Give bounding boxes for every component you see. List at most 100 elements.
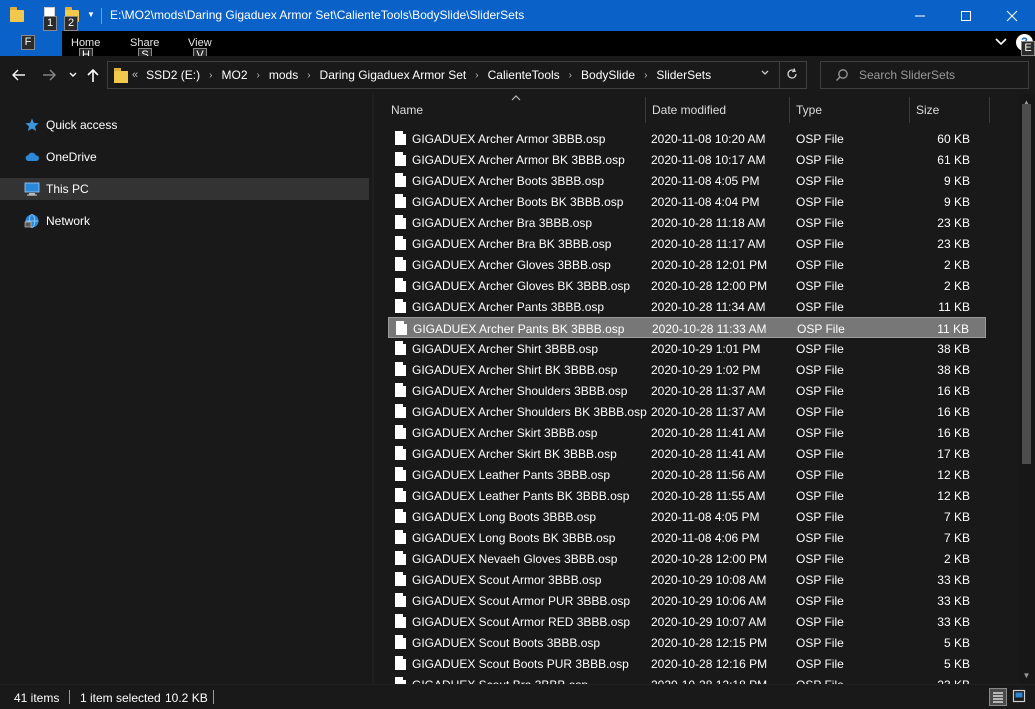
- folder-icon[interactable]: [10, 7, 24, 22]
- breadcrumb-daring-gigaduex[interactable]: Daring Gigaduex Armor Set: [320, 68, 467, 82]
- file-name: GIGADUEX Archer Boots 3BBB.osp: [412, 174, 605, 188]
- file-type: OSP File: [796, 153, 844, 167]
- expand-ribbon-icon[interactable]: [994, 36, 1008, 48]
- column-divider[interactable]: [989, 97, 990, 123]
- column-divider[interactable]: [909, 97, 910, 123]
- file-type: OSP File: [796, 447, 844, 461]
- chevron-right-icon[interactable]: ›: [569, 70, 572, 81]
- table-row[interactable]: GIGADUEX Nevaeh Gloves 3BBB.osp 2020-10-2…: [388, 548, 986, 569]
- large-icons-view-button[interactable]: [1011, 688, 1029, 706]
- breadcrumb-slidersets[interactable]: SliderSets: [656, 68, 711, 82]
- qat-keytip-1: 1: [43, 16, 57, 31]
- breadcrumb-overflow[interactable]: «: [132, 69, 138, 81]
- file-size: 61 KB: [937, 153, 970, 167]
- chevron-right-icon[interactable]: ›: [307, 70, 310, 81]
- table-row[interactable]: GIGADUEX Archer Shoulders BK 3BBB.osp 202…: [388, 401, 986, 422]
- table-row[interactable]: GIGADUEX Archer Pants 3BBB.osp 2020-10-28…: [388, 296, 986, 317]
- file-date-modified: 2020-10-28 11:18 AM: [651, 216, 766, 230]
- breadcrumb-bodyslide[interactable]: BodySlide: [581, 68, 635, 82]
- breadcrumb-calientetools[interactable]: CalienteTools: [488, 68, 560, 82]
- file-date-modified: 2020-10-28 11:33 AM: [652, 322, 767, 336]
- chevron-right-icon[interactable]: ›: [257, 70, 260, 81]
- file-icon: [395, 214, 407, 229]
- cloud-icon: [25, 152, 39, 161]
- file-date-modified: 2020-11-08 4:04 PM: [651, 195, 760, 209]
- table-row[interactable]: GIGADUEX Archer Gloves 3BBB.osp 2020-10-2…: [388, 254, 986, 275]
- table-row[interactable]: GIGADUEX Archer Gloves BK 3BBB.osp 2020-1…: [388, 275, 986, 296]
- address-history-button[interactable]: [758, 68, 772, 82]
- up-button[interactable]: [84, 65, 102, 85]
- table-row[interactable]: GIGADUEX Archer Pants BK 3BBB.osp 2020-10…: [388, 317, 986, 338]
- nav-item-network[interactable]: Network: [0, 210, 369, 232]
- nav-item-this-pc[interactable]: This PC: [0, 178, 369, 200]
- minimize-button[interactable]: [897, 0, 943, 31]
- column-type[interactable]: Type: [796, 103, 822, 117]
- table-row[interactable]: GIGADUEX Scout Armor PUR 3BBB.osp 2020-10…: [388, 590, 986, 611]
- table-row[interactable]: GIGADUEX Archer Boots 3BBB.osp 2020-11-08…: [388, 170, 986, 191]
- nav-item-label: OneDrive: [46, 150, 97, 164]
- table-row[interactable]: GIGADUEX Leather Pants BK 3BBB.osp 2020-1…: [388, 485, 986, 506]
- breadcrumb-mo2[interactable]: MO2: [221, 68, 247, 82]
- column-divider[interactable]: [789, 97, 790, 123]
- file-name: GIGADUEX Archer Gloves 3BBB.osp: [412, 258, 611, 272]
- scroll-down-button[interactable]: ▼: [1018, 667, 1035, 684]
- search-box[interactable]: [820, 61, 1029, 89]
- table-row[interactable]: GIGADUEX Scout Bra 3BBB.osp2020-10-28 12…: [388, 674, 986, 684]
- vertical-scrollbar[interactable]: ▲ ▼: [1018, 94, 1035, 684]
- table-row[interactable]: GIGADUEX Archer Armor BK 3BBB.osp 2020-11…: [388, 149, 986, 170]
- column-divider[interactable]: [645, 97, 646, 123]
- column-date-modified[interactable]: Date modified: [652, 103, 726, 117]
- file-tab[interactable]: F: [0, 31, 62, 56]
- table-row[interactable]: GIGADUEX Archer Shoulders 3BBB.osp 2020-1…: [388, 380, 986, 401]
- address-bar[interactable]: « SSD2 (E:) › MO2 › mods › Daring Gigadu…: [107, 61, 807, 89]
- table-row[interactable]: GIGADUEX Scout Boots 3BBB.osp 2020-10-28 …: [388, 632, 986, 653]
- file-type: OSP File: [796, 258, 844, 272]
- table-row[interactable]: GIGADUEX Scout Armor RED 3BBB.osp 2020-10…: [388, 611, 986, 632]
- customize-qat-icon[interactable]: ▼: [86, 9, 96, 21]
- file-size: 7 KB: [943, 510, 970, 524]
- file-size: 60 KB: [937, 132, 970, 146]
- refresh-button[interactable]: [784, 67, 800, 83]
- back-button[interactable]: [10, 65, 28, 85]
- table-row[interactable]: GIGADUEX Scout Boots PUR 3BBB.osp 2020-10…: [388, 653, 986, 674]
- back-arrow-icon: [12, 69, 25, 81]
- forward-button[interactable]: [40, 65, 58, 85]
- table-row[interactable]: GIGADUEX Archer Bra 3BBB.osp 2020-10-28 1…: [388, 212, 986, 233]
- file-name: GIGADUEX Archer Skirt 3BBB.osp: [412, 426, 598, 440]
- file-date-modified: 2020-10-29 10:07 AM: [651, 615, 767, 629]
- table-row[interactable]: GIGADUEX Long Boots 3BBB.osp 2020-11-08 4…: [388, 506, 986, 527]
- file-date-modified: 2020-10-28 12:16 PM: [651, 657, 768, 671]
- file-icon: [395, 487, 407, 502]
- table-row[interactable]: GIGADUEX Archer Boots BK 3BBB.osp 2020-11…: [388, 191, 986, 212]
- table-row[interactable]: GIGADUEX Archer Bra BK 3BBB.osp 2020-10-2…: [388, 233, 986, 254]
- breadcrumb-ssd2[interactable]: SSD2 (E:): [146, 68, 200, 82]
- scrollbar-thumb[interactable]: [1022, 104, 1031, 464]
- details-view-button[interactable]: [989, 688, 1007, 706]
- search-input[interactable]: [859, 65, 1024, 85]
- nav-item-quick-access[interactable]: Quick access: [0, 114, 369, 136]
- table-row[interactable]: GIGADUEX Archer Shirt 3BBB.osp 2020-10-29…: [388, 338, 986, 359]
- chevron-right-icon[interactable]: ›: [644, 70, 647, 81]
- table-row[interactable]: GIGADUEX Archer Shirt BK 3BBB.osp 2020-10…: [388, 359, 986, 380]
- nav-item-onedrive[interactable]: OneDrive: [0, 146, 369, 168]
- maximize-button[interactable]: [943, 0, 989, 31]
- file-name: GIGADUEX Long Boots BK 3BBB.osp: [412, 531, 616, 545]
- table-row[interactable]: GIGADUEX Archer Skirt BK 3BBB.osp 2020-10…: [388, 443, 986, 464]
- file-size: 16 KB: [937, 426, 970, 440]
- file-icon: [395, 445, 407, 460]
- recent-locations-button[interactable]: [64, 65, 82, 85]
- close-button[interactable]: [989, 0, 1035, 31]
- item-count: 41 items: [14, 691, 60, 705]
- table-row[interactable]: GIGADUEX Leather Pants 3BBB.osp 2020-10-2…: [388, 464, 986, 485]
- table-row[interactable]: GIGADUEX Archer Armor 3BBB.osp 2020-11-08…: [388, 128, 986, 149]
- chevron-right-icon[interactable]: ›: [475, 70, 478, 81]
- breadcrumb-mods[interactable]: mods: [269, 68, 298, 82]
- table-row[interactable]: GIGADUEX Long Boots BK 3BBB.osp 2020-11-0…: [388, 527, 986, 548]
- table-row[interactable]: GIGADUEX Archer Skirt 3BBB.osp 2020-10-28…: [388, 422, 986, 443]
- file-size: 38 KB: [937, 342, 970, 356]
- column-name[interactable]: Name: [391, 103, 423, 117]
- table-row[interactable]: GIGADUEX Scout Armor 3BBB.osp 2020-10-29 …: [388, 569, 986, 590]
- chevron-right-icon[interactable]: ›: [209, 70, 212, 81]
- column-size[interactable]: Size: [916, 103, 939, 117]
- file-name: GIGADUEX Archer Shirt 3BBB.osp: [412, 342, 599, 356]
